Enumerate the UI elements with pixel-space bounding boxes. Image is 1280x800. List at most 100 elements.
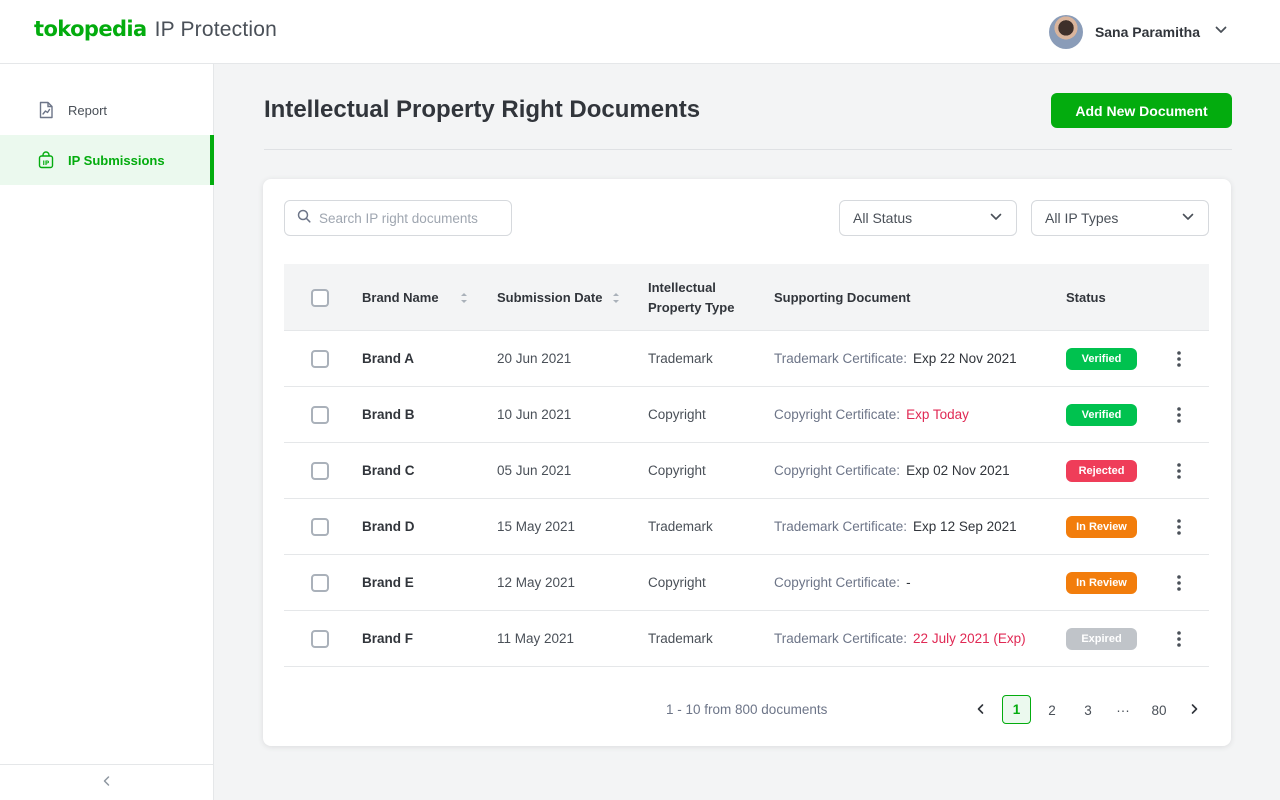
row-checkbox[interactable] (311, 517, 329, 536)
brand-name: Brand D (362, 519, 415, 534)
page-button-1[interactable]: 1 (1002, 695, 1031, 724)
row-checkbox[interactable] (311, 573, 329, 592)
ip-type: Copyright (648, 407, 706, 422)
supporting-document: Copyright Certificate: Exp 02 Nov 2021 (774, 443, 1010, 498)
row-actions-cell (1169, 611, 1189, 666)
logo-product: IP Protection (154, 18, 278, 41)
chevron-left-icon (975, 703, 987, 718)
row-actions-cell (1169, 387, 1189, 442)
sidebar-item-ip-submissions[interactable]: IP IP Submissions (0, 135, 214, 185)
row-actions-cell (1169, 499, 1189, 554)
row-checkbox[interactable] (311, 349, 329, 368)
column-submission-date[interactable]: Submission Date (497, 264, 602, 331)
brand-name: Brand F (362, 631, 414, 646)
report-icon (37, 101, 55, 119)
brand-name: Brand E (362, 575, 414, 590)
table-row[interactable]: Brand D 15 May 2021 Trademark Trademark … (284, 499, 1209, 555)
supporting-document: Copyright Certificate: - (774, 555, 911, 610)
status-cell: Verified (1066, 331, 1137, 386)
row-checkbox-cell (311, 499, 329, 554)
submission-date: 05 Jun 2021 (497, 463, 572, 478)
page-button-2[interactable]: 2 (1038, 695, 1066, 725)
chevron-down-icon (1214, 23, 1228, 42)
more-options-icon[interactable] (1169, 403, 1189, 427)
search-icon (297, 209, 311, 228)
brand-name: Brand A (362, 351, 415, 366)
status-cell: Verified (1066, 387, 1137, 442)
ip-type-filter-select[interactable]: All IP Types (1031, 200, 1209, 236)
ip-type: Copyright (648, 575, 706, 590)
top-header: tokopedia IP Protection Sana Paramitha (0, 0, 1280, 64)
ip-type: Copyright (648, 463, 706, 478)
submission-date: 20 Jun 2021 (497, 351, 572, 366)
svg-text:IP: IP (43, 160, 50, 167)
ip-type: Trademark (648, 631, 713, 646)
brand-name: Brand C (362, 463, 415, 478)
pagination-next-button[interactable] (1182, 695, 1206, 725)
row-checkbox[interactable] (311, 461, 329, 480)
avatar (1048, 15, 1083, 49)
column-brand-name[interactable]: Brand Name (362, 264, 439, 331)
chevron-down-icon (1181, 210, 1195, 227)
ip-type-filter-value: All IP Types (1045, 210, 1119, 226)
chevron-down-icon (989, 210, 1003, 227)
page-button-80[interactable]: 80 (1145, 695, 1173, 725)
document-label: Trademark Certificate: (774, 351, 908, 366)
row-checkbox-cell (311, 555, 329, 610)
page-ellipsis: ··· (1116, 702, 1130, 718)
status-cell: In Review (1066, 555, 1137, 610)
status-badge: Expired (1066, 627, 1137, 650)
pagination-prev-button[interactable] (969, 695, 993, 725)
more-options-icon[interactable] (1169, 571, 1189, 595)
status-filter-select[interactable]: All Status (839, 200, 1017, 236)
sidebar: Report IP IP Submissions (0, 64, 214, 800)
table-row[interactable]: Brand E 12 May 2021 Copyright Copyright … (284, 555, 1209, 611)
document-expiry: 22 July 2021 (Exp) (913, 631, 1026, 646)
supporting-document: Trademark Certificate: 22 July 2021 (Exp… (774, 611, 1026, 666)
status-cell: Rejected (1066, 443, 1137, 498)
table-header: Brand Name Submission Date Intellectual … (284, 264, 1209, 331)
table-row[interactable]: Brand B 10 Jun 2021 Copyright Copyright … (284, 387, 1209, 443)
sort-icon[interactable] (611, 290, 621, 306)
column-ip-type-line2: Property Type (648, 299, 735, 315)
sidebar-item-report[interactable]: Report (0, 85, 214, 135)
sidebar-item-label: Report (68, 102, 108, 118)
document-expiry: Exp 02 Nov 2021 (906, 463, 1010, 478)
row-checkbox[interactable] (311, 629, 329, 648)
row-checkbox[interactable] (311, 405, 329, 424)
row-checkbox-cell (311, 387, 329, 442)
column-supporting-document: Supporting Document (774, 289, 911, 305)
status-cell: In Review (1066, 499, 1137, 554)
user-menu[interactable]: Sana Paramitha (1048, 14, 1228, 50)
document-label: Copyright Certificate: (774, 463, 901, 478)
table-row[interactable]: Brand F 11 May 2021 Trademark Trademark … (284, 611, 1209, 667)
more-options-icon[interactable] (1169, 515, 1189, 539)
page-button-3[interactable]: 3 (1074, 695, 1102, 725)
sort-icon[interactable] (459, 290, 469, 306)
add-new-document-button[interactable]: Add New Document (1051, 93, 1232, 128)
search-box[interactable] (284, 200, 512, 236)
column-ip-type: Intellectual Property Type (648, 264, 734, 331)
submission-date: 12 May 2021 (497, 575, 576, 590)
table-row[interactable]: Brand A 20 Jun 2021 Trademark Trademark … (284, 331, 1209, 387)
sidebar-item-label: IP Submissions (68, 152, 165, 168)
more-options-icon[interactable] (1169, 459, 1189, 483)
row-actions-cell (1169, 331, 1189, 386)
ip-type: Trademark (648, 351, 713, 366)
row-actions-cell (1169, 443, 1189, 498)
select-all-checkbox[interactable] (311, 288, 329, 307)
search-input[interactable] (319, 210, 499, 226)
page-title: Intellectual Property Right Documents (264, 96, 701, 123)
app-logo[interactable]: tokopedia IP Protection (34, 17, 277, 42)
submission-date: 10 Jun 2021 (497, 407, 572, 422)
document-expiry: Exp 12 Sep 2021 (913, 519, 1017, 534)
table-row[interactable]: Brand C 05 Jun 2021 Copyright Copyright … (284, 443, 1209, 499)
more-options-icon[interactable] (1169, 347, 1189, 371)
more-options-icon[interactable] (1169, 627, 1189, 651)
document-label: Trademark Certificate: (774, 519, 908, 534)
document-label: Trademark Certificate: (774, 631, 908, 646)
active-indicator (210, 135, 214, 185)
collapse-sidebar-button[interactable] (0, 764, 214, 800)
supporting-document: Trademark Certificate: Exp 22 Nov 2021 (774, 331, 1017, 386)
document-expiry: Exp Today (906, 407, 969, 422)
